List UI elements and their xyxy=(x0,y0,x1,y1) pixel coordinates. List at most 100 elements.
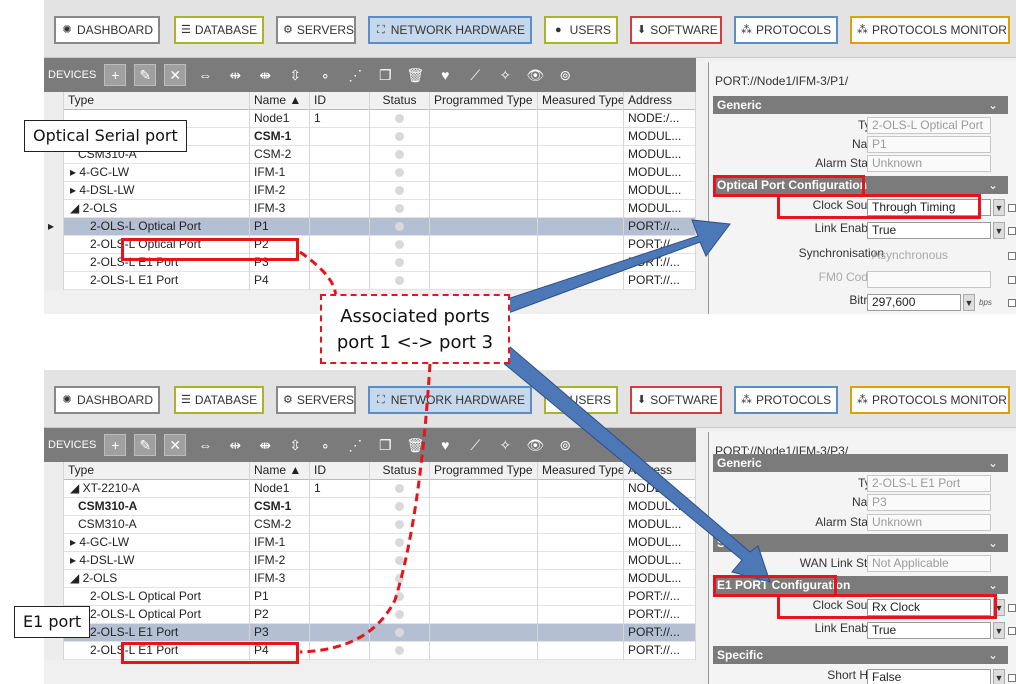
column-header[interactable]: Name ▲ xyxy=(250,92,310,110)
table-row[interactable]: ▸ 4-GC-LW IFM-1 MODUL... xyxy=(44,534,696,552)
add-icon[interactable]: + xyxy=(104,64,127,86)
nav-protocols-monitor[interactable]: ⁂ PROTOCOLS MONITOR xyxy=(850,386,1010,414)
table-row[interactable]: 2-OLS-L Optical Port P2 PORT://... xyxy=(44,606,696,624)
row-selector[interactable] xyxy=(44,182,64,200)
row-selector[interactable] xyxy=(44,200,64,218)
map-pin-icon[interactable]: ⊚ xyxy=(554,434,576,456)
column-header[interactable]: Status xyxy=(370,462,430,480)
table-row[interactable]: CSM310-A CSM-2 MODUL... xyxy=(44,516,696,534)
table-row[interactable]: 2-OLS-L Optical Port P1 PORT://... xyxy=(44,588,696,606)
column-header[interactable]: ID xyxy=(310,92,370,110)
fm0-coding-checkbox[interactable] xyxy=(1008,276,1016,284)
short-haul-checkbox[interactable] xyxy=(1008,674,1016,682)
nav-database[interactable]: ☰ DATABASE xyxy=(174,386,264,414)
clock-source-checkbox[interactable] xyxy=(1008,604,1016,612)
nav-protocols[interactable]: ⁂ PROTOCOLS xyxy=(734,386,838,414)
section-generic[interactable]: Generic ⌄ xyxy=(713,454,1008,472)
column-header[interactable]: Programmed Type xyxy=(430,92,538,110)
column-header[interactable]: Status xyxy=(370,92,430,110)
table-row[interactable]: ▸ 2-OLS-L Optical Port P1 PORT://... xyxy=(44,218,696,236)
nav-protocols-monitor[interactable]: ⁂ PROTOCOLS MONITOR xyxy=(850,16,1010,44)
wrench-icon[interactable]: ✎ xyxy=(134,64,157,86)
row-selector[interactable] xyxy=(44,164,64,182)
column-header[interactable]: Name ▲ xyxy=(250,462,310,480)
nav-software[interactable]: ⬇ SOFTWARE xyxy=(630,16,722,44)
row-selector[interactable] xyxy=(44,516,64,534)
table-row[interactable]: ◢ XT-2210-A Node1 1 NODE:/... xyxy=(44,480,696,498)
delete-icon[interactable]: ✕ xyxy=(164,64,187,86)
table-row[interactable]: 2-OLS-L E1 Port P4 PORT://... xyxy=(44,272,696,290)
trash-icon[interactable]: 🗑 xyxy=(404,434,426,456)
nav-dashboard[interactable]: ✺ DASHBOARD xyxy=(54,386,160,414)
section-generic[interactable]: Generic ⌄ xyxy=(713,96,1008,114)
chevron-down-icon[interactable]: ▼ xyxy=(993,622,1005,639)
column-header[interactable]: Programmed Type xyxy=(430,462,538,480)
column-header[interactable]: Type xyxy=(64,462,250,480)
copy-icon[interactable]: ❐ xyxy=(374,434,396,456)
line-icon[interactable]: ⟋ xyxy=(464,64,486,86)
heart-icon[interactable]: ♥ xyxy=(434,64,456,86)
row-selector[interactable]: ▸ xyxy=(44,218,64,236)
column-header[interactable]: ID xyxy=(310,462,370,480)
section-status[interactable]: S ⌄ xyxy=(713,534,1008,552)
map-pin-icon[interactable]: ⊚ xyxy=(554,64,576,86)
sync-icon[interactable]: ⇳ xyxy=(284,64,306,86)
column-header[interactable]: Type xyxy=(64,92,250,110)
heart-icon[interactable]: ♥ xyxy=(434,434,456,456)
link-enabled-select[interactable]: True xyxy=(867,622,991,639)
line-icon[interactable]: ⟋ xyxy=(464,434,486,456)
chevron-down-icon[interactable]: ▼ xyxy=(993,199,1005,216)
section-specific[interactable]: Specific ⌄ xyxy=(713,646,1008,664)
short-haul-select[interactable]: False xyxy=(867,669,991,684)
add-icon[interactable]: + xyxy=(104,434,127,456)
table-row[interactable]: ▸ 4-GC-LW IFM-1 MODUL... xyxy=(44,164,696,182)
fm0-coding-select[interactable] xyxy=(867,271,991,288)
column-header[interactable]: Address xyxy=(624,92,696,110)
swap-icon[interactable]: ⇔ xyxy=(194,64,216,86)
row-selector[interactable] xyxy=(44,254,64,272)
path-icon[interactable]: ⋰ xyxy=(344,64,366,86)
swap-icon[interactable]: ⇔ xyxy=(194,434,216,456)
connect-icon[interactable]: ⇹ xyxy=(224,64,246,86)
nav-protocols[interactable]: ⁂ PROTOCOLS xyxy=(734,16,838,44)
delete-icon[interactable]: ✕ xyxy=(164,434,187,456)
column-header[interactable]: Measured Type xyxy=(538,462,624,480)
bitrate-checkbox[interactable] xyxy=(1008,299,1016,307)
row-selector[interactable] xyxy=(44,588,64,606)
nav-users[interactable]: ● USERS xyxy=(544,16,618,44)
wand-icon[interactable]: ✧ xyxy=(494,434,516,456)
table-row[interactable]: ▸ 4-DSL-LW IFM-2 MODUL... xyxy=(44,552,696,570)
binoculars-icon[interactable]: 👁 xyxy=(524,434,546,456)
nav-network-hardware[interactable]: ⛶ NETWORK HARDWARE xyxy=(368,16,532,44)
nav-servers[interactable]: ⚙ SERVERS xyxy=(276,386,356,414)
nav-servers[interactable]: ⚙ SERVERS xyxy=(276,16,356,44)
wand-icon[interactable]: ✧ xyxy=(494,64,516,86)
link-icon[interactable]: ⇼ xyxy=(254,64,276,86)
copy-icon[interactable]: ❐ xyxy=(374,64,396,86)
connect-icon[interactable]: ⇹ xyxy=(224,434,246,456)
nav-database[interactable]: ☰ DATABASE xyxy=(174,16,264,44)
sync-icon[interactable]: ⇳ xyxy=(284,434,306,456)
row-selector[interactable] xyxy=(44,534,64,552)
chevron-down-icon[interactable]: ▼ xyxy=(963,294,975,311)
nav-dashboard[interactable]: ✺ DASHBOARD xyxy=(54,16,160,44)
link-enabled-select[interactable]: True xyxy=(867,222,991,239)
table-row[interactable]: ▸ 4-DSL-LW IFM-2 MODUL... xyxy=(44,182,696,200)
row-selector[interactable] xyxy=(44,570,64,588)
row-selector[interactable] xyxy=(44,236,64,254)
wrench-icon[interactable]: ✎ xyxy=(134,434,157,456)
nav-users[interactable]: ● USERS xyxy=(544,386,618,414)
link-enabled-checkbox[interactable] xyxy=(1008,227,1016,235)
path-icon[interactable]: ⋰ xyxy=(344,434,366,456)
clock-source-checkbox[interactable] xyxy=(1008,204,1016,212)
synchronisation-select[interactable]: Asynchronous xyxy=(867,247,991,264)
row-selector[interactable] xyxy=(44,480,64,498)
row-selector[interactable] xyxy=(44,552,64,570)
binoculars-icon[interactable]: 👁 xyxy=(524,64,546,86)
link-enabled-checkbox[interactable] xyxy=(1008,627,1016,635)
nav-software[interactable]: ⬇ SOFTWARE xyxy=(630,386,722,414)
dots-icon[interactable]: ∘ xyxy=(314,434,336,456)
nav-network-hardware[interactable]: ⛶ NETWORK HARDWARE xyxy=(368,386,532,414)
trash-icon[interactable]: 🗑 xyxy=(404,64,426,86)
dots-icon[interactable]: ∘ xyxy=(314,64,336,86)
